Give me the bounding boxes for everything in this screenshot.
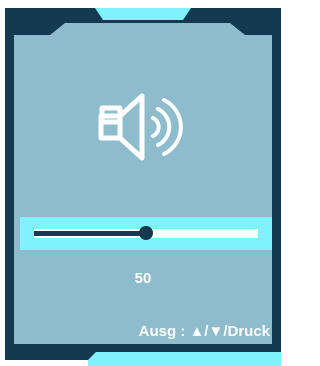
volume-slider[interactable] <box>20 217 272 250</box>
control-hint: Ausg : ▲/▼/Druck <box>138 323 270 340</box>
volume-value: 50 <box>134 270 152 287</box>
volume-slider-fill <box>34 231 146 236</box>
volume-osd: 50 Ausg : ▲/▼/Druck <box>0 0 286 366</box>
volume-slider-rail <box>34 226 258 240</box>
volume-slider-knob[interactable] <box>139 226 153 240</box>
speaker-icon <box>98 93 183 161</box>
osd-panel: 50 Ausg : ▲/▼/Druck <box>14 35 272 344</box>
